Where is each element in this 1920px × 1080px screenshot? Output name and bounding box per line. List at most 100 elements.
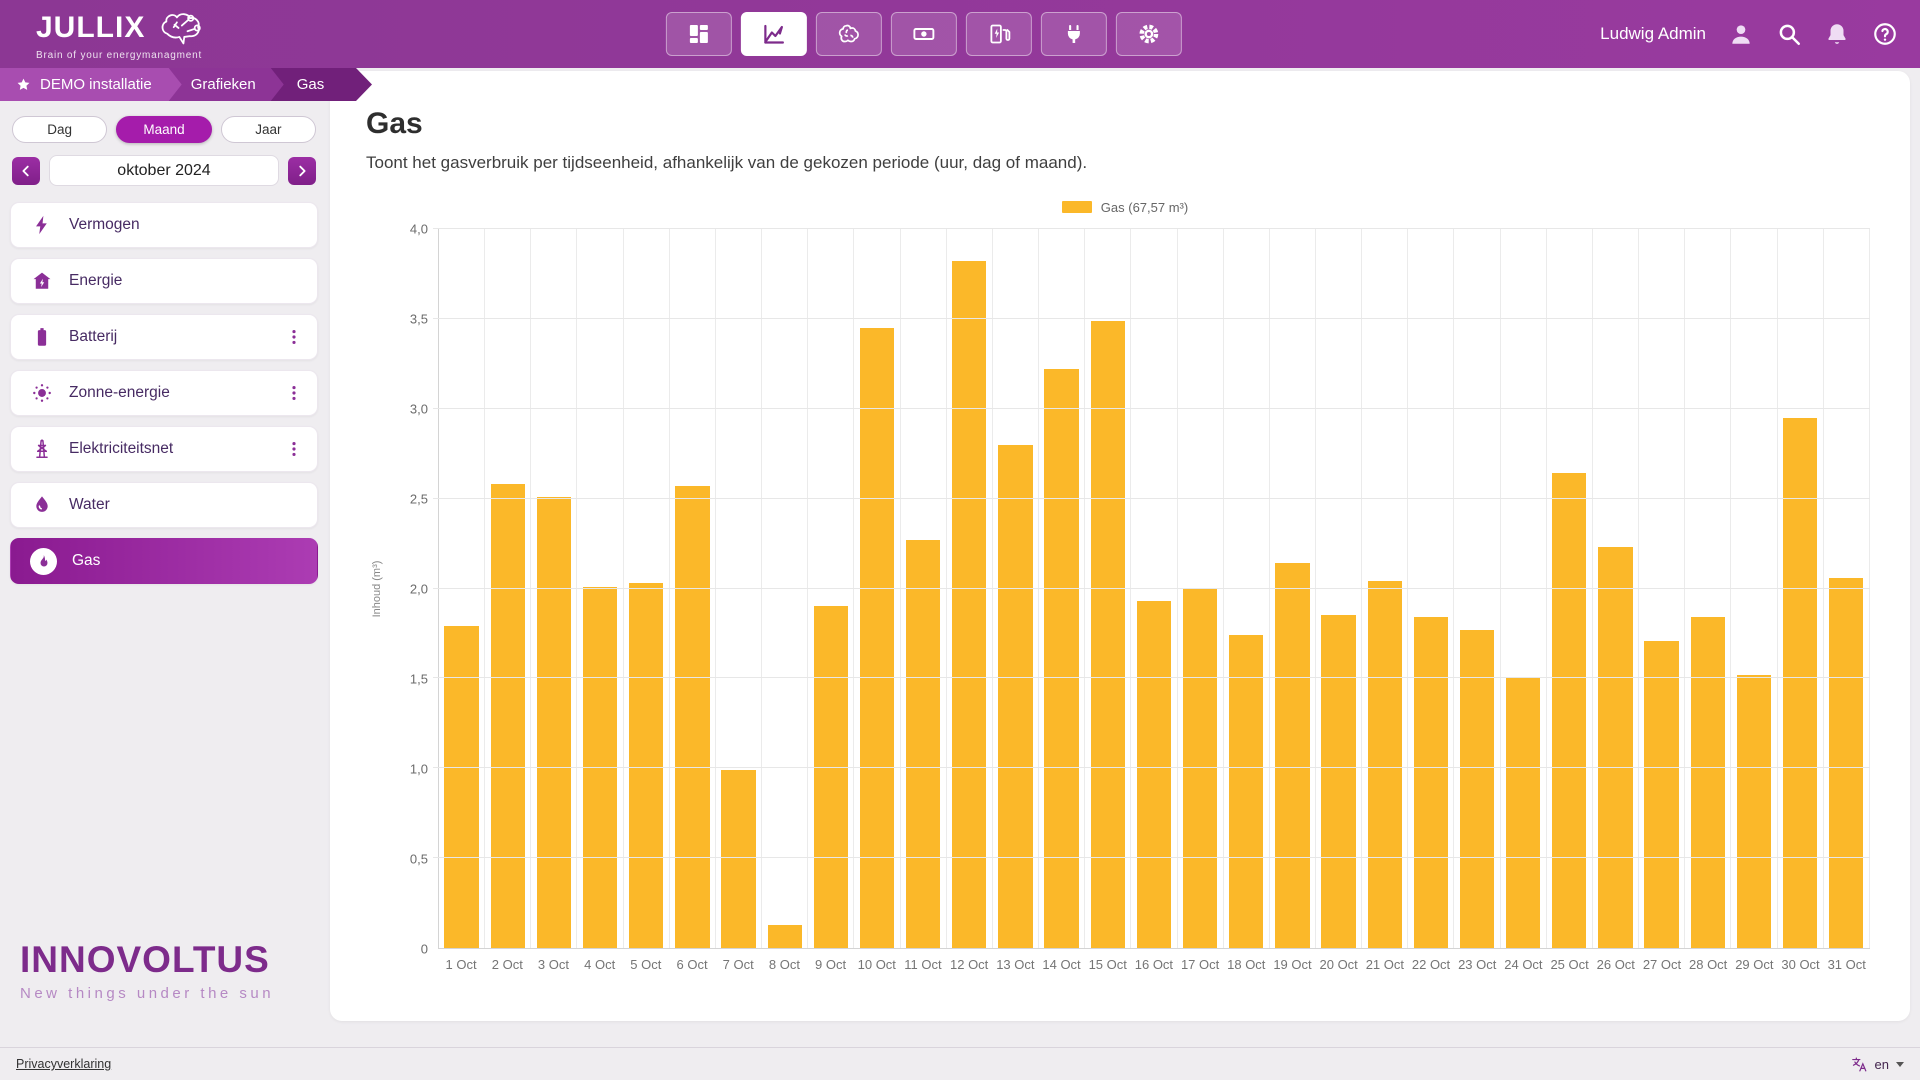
x-tick-label: 24 Oct [1500,957,1546,972]
app-logo[interactable]: JULLIX Brain of your energymanagment [36,8,207,61]
nav-charging-station-button[interactable] [966,12,1032,56]
sidebar-item-vermogen[interactable]: Vermogen [10,202,318,248]
kebab-menu-icon[interactable] [283,382,305,404]
breadcrumb-gas: Gas [284,68,335,101]
user-name: Ludwig Admin [1600,24,1706,44]
x-tick-label: 31 Oct [1824,957,1870,972]
page-subtitle: Toont het gasverbruik per tijdseenheid, … [366,153,1884,173]
prev-month-button[interactable] [12,157,40,185]
bar-20-oct[interactable] [1321,615,1355,948]
period-tab-maand[interactable]: Maand [116,116,211,143]
plug-icon [1062,22,1086,46]
battery-icon [30,325,54,349]
bar-24-oct[interactable] [1506,678,1540,948]
bar-12-oct[interactable] [952,261,986,948]
bar-15-oct[interactable] [1091,321,1125,948]
bar-6-oct[interactable] [675,486,709,948]
bar-31-oct[interactable] [1829,578,1863,948]
bar-16-oct[interactable] [1137,601,1171,948]
sidebar-item-label: Energie [69,272,122,290]
nav-money-button[interactable] [891,12,957,56]
sidebar-item-energie[interactable]: Energie [10,258,318,304]
breadcrumb-grafieken[interactable]: Grafieken [165,68,284,101]
date-field[interactable]: oktober 2024 [49,155,279,186]
bar-21-oct[interactable] [1368,581,1402,948]
bar-19-oct[interactable] [1275,563,1309,948]
notifications-bell-icon[interactable] [1824,21,1850,47]
footer: Privacyverklaring en [0,1047,1920,1080]
bar-28-oct[interactable] [1691,617,1725,948]
x-tick-label: 12 Oct [946,957,992,972]
nav-plug-button[interactable] [1041,12,1107,56]
sidebar-item-label: Batterij [69,328,117,346]
money-icon [912,22,936,46]
breadcrumb-installation[interactable]: DEMO installatie [0,68,182,101]
content-area: Dag Maand Jaar oktober 2024 Vermogen Energi… [0,68,1920,1048]
nav-line-chart-button[interactable] [741,12,807,56]
nav-dashboard-button[interactable] [666,12,732,56]
sidebar-item-water[interactable]: Water [10,482,318,528]
page-title: Gas [366,107,1884,141]
x-tick-label: 18 Oct [1223,957,1269,972]
chevron-down-icon [1896,1062,1904,1067]
bar-26-oct[interactable] [1598,547,1632,948]
bar-2-oct[interactable] [491,484,525,948]
x-tick-label: 7 Oct [715,957,761,972]
next-month-button[interactable] [288,157,316,185]
bar-3-oct[interactable] [537,497,571,948]
kebab-menu-icon[interactable] [283,438,305,460]
y-tick-label: 3,0 [410,402,428,417]
bar-1-oct[interactable] [444,626,478,948]
sidebar: Dag Maand Jaar oktober 2024 Vermogen Energi… [10,71,318,1048]
x-tick-label: 1 Oct [438,957,484,972]
bar-14-oct[interactable] [1044,369,1078,948]
sidebar-item-label: Vermogen [69,216,140,234]
y-tick-label: 1,0 [410,762,428,777]
sidebar-item-zonne-energie[interactable]: Zonne-energie [10,370,318,416]
x-tick-label: 10 Oct [854,957,900,972]
star-icon [16,77,31,92]
bar-27-oct[interactable] [1644,641,1678,948]
bar-13-oct[interactable] [998,445,1032,948]
x-tick-label: 19 Oct [1269,957,1315,972]
chart-legend[interactable]: Gas (67,57 m³) [366,199,1884,215]
x-tick-label: 9 Oct [808,957,854,972]
nav-settings-button[interactable] [1116,12,1182,56]
nav-brain-button[interactable] [816,12,882,56]
language-selector[interactable]: en [1851,1056,1904,1073]
sidebar-item-gas[interactable]: Gas [10,538,318,584]
bar-17-oct[interactable] [1183,589,1217,949]
privacy-link[interactable]: Privacyverklaring [16,1057,111,1071]
y-tick-label: 2,0 [410,582,428,597]
sidebar-item-batterij[interactable]: Batterij [10,314,318,360]
sidebar-item-elektriciteitsnet[interactable]: Elektriciteitsnet [10,426,318,472]
y-tick-label: 3,5 [410,312,428,327]
help-icon[interactable] [1872,21,1898,47]
y-tick-label: 2,5 [410,492,428,507]
x-tick-label: 27 Oct [1639,957,1685,972]
period-tab-jaar[interactable]: Jaar [221,116,316,143]
bar-9-oct[interactable] [814,606,848,948]
user-avatar-icon[interactable] [1728,21,1754,47]
kebab-menu-icon[interactable] [283,326,305,348]
bar-5-oct[interactable] [629,583,663,948]
bar-7-oct[interactable] [721,770,755,948]
charging-station-icon [987,22,1011,46]
bar-10-oct[interactable] [860,328,894,948]
bar-8-oct[interactable] [768,925,802,948]
bar-25-oct[interactable] [1552,473,1586,948]
sun-icon [30,381,54,405]
breadcrumb-gas-label: Gas [297,76,325,93]
bar-29-oct[interactable] [1737,675,1771,948]
user-block: Ludwig Admin [1600,21,1898,47]
bar-11-oct[interactable] [906,540,940,948]
x-tick-label: 17 Oct [1177,957,1223,972]
sidebar-item-label: Water [69,496,110,514]
dashboard-icon [687,22,711,46]
app-logo-tagline: Brain of your energymanagment [36,50,207,61]
bar-18-oct[interactable] [1229,635,1263,948]
period-tab-dag[interactable]: Dag [12,116,107,143]
search-icon[interactable] [1776,21,1802,47]
x-tick-label: 25 Oct [1547,957,1593,972]
bar-22-oct[interactable] [1414,617,1448,948]
